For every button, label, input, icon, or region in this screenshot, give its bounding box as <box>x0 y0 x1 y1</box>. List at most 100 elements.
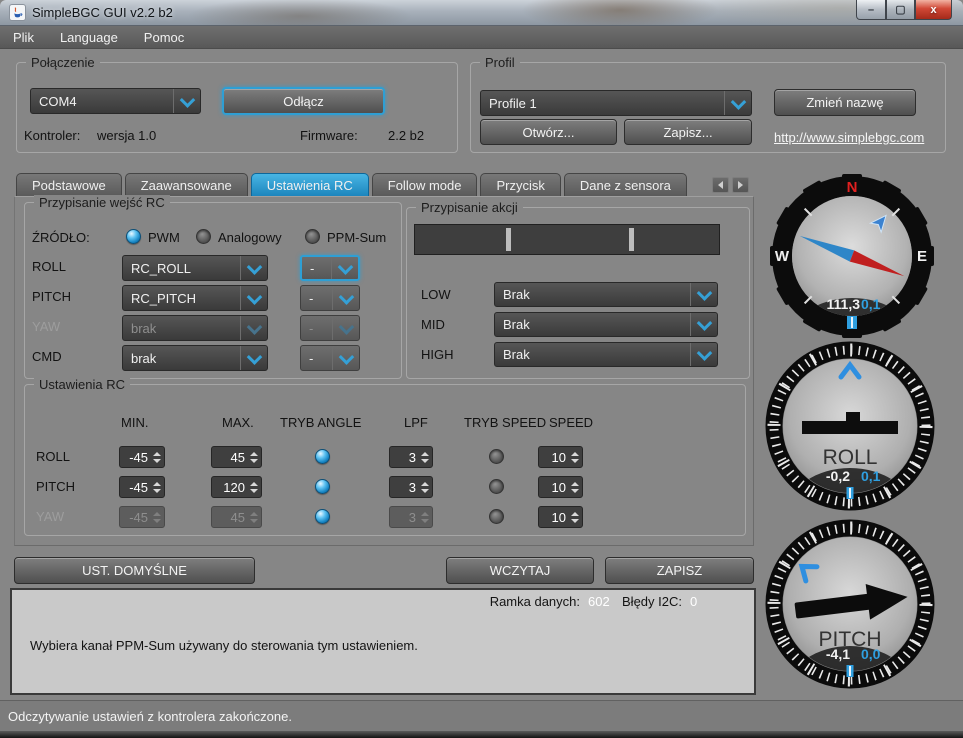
col-header-lpf: LPF <box>404 415 428 430</box>
action-mid-select[interactable]: Brak <box>494 312 718 337</box>
dropdown-arrow-zone[interactable] <box>332 286 359 310</box>
chevron-down-icon <box>246 319 262 335</box>
roll-angle-mode-radio[interactable] <box>315 449 330 464</box>
tab-podstawowe[interactable]: Podstawowe <box>16 173 122 197</box>
roll-target-value: 0,1 <box>861 468 881 484</box>
radio-ppm-sum[interactable] <box>305 229 320 244</box>
menu-item-language[interactable]: Language <box>60 30 118 45</box>
spinner-arrows-icon[interactable] <box>151 447 162 467</box>
minimize-button[interactable]: – <box>856 0 886 20</box>
firmware-version: 2.2 b2 <box>388 128 424 143</box>
spinner-arrows-icon[interactable] <box>419 477 430 497</box>
rc-yaw-channel-select: brak <box>122 315 268 341</box>
dropdown-arrow-zone[interactable] <box>240 286 267 310</box>
rc-roll-channel-select[interactable]: RC_ROLL <box>122 255 268 281</box>
roll-min-spinner[interactable]: -45 <box>119 446 165 468</box>
statusbar: Odczytywanie ustawień z kontrolera zakoń… <box>0 700 963 731</box>
dropdown-arrow-zone[interactable] <box>240 346 267 370</box>
pitch-gauge: PITCH -4,1 0,0 <box>762 516 938 692</box>
dropdown-arrow-zone[interactable] <box>331 257 358 279</box>
open-profile-button[interactable]: Otwórz... <box>480 119 617 145</box>
read-button[interactable]: WCZYTAJ <box>446 557 594 584</box>
com-port-select[interactable]: COM4 <box>30 88 201 114</box>
pitch-speed-mode-radio[interactable] <box>489 479 504 494</box>
write-button[interactable]: ZAPISZ <box>605 557 754 584</box>
roll-speed-mode-radio[interactable] <box>489 449 504 464</box>
rename-profile-button[interactable]: Zmień nazwę <box>774 89 916 116</box>
spinner-arrows-icon[interactable] <box>248 477 259 497</box>
menu-item-plik[interactable]: Plik <box>13 30 34 45</box>
source-label: ŹRÓDŁO: <box>32 230 90 245</box>
yaw-min-spinner: -45 <box>119 506 165 528</box>
tab-przycisk[interactable]: Przycisk <box>480 173 560 197</box>
tab-scroll-left-button[interactable] <box>712 177 729 193</box>
yaw-speed-mode-radio[interactable] <box>489 509 504 524</box>
spinner-arrows-icon[interactable] <box>569 507 580 527</box>
spinner-arrows-icon[interactable] <box>248 447 259 467</box>
yaw-speed-spinner[interactable]: 10 <box>538 506 583 528</box>
roll-max-spinner[interactable]: 45 <box>211 446 262 468</box>
rc-inputs-legend: Przypisanie wejść RC <box>34 195 170 210</box>
defaults-button[interactable]: UST. DOMYŚLNE <box>14 557 255 584</box>
save-profile-button[interactable]: Zapisz... <box>624 119 752 145</box>
spinner-arrows-icon[interactable] <box>569 477 580 497</box>
dropdown-arrow-zone[interactable] <box>724 91 751 115</box>
dropdown-arrow-zone[interactable] <box>332 346 359 370</box>
spinner-arrows-icon[interactable] <box>569 447 580 467</box>
chevron-down-icon <box>246 289 262 305</box>
dropdown-arrow-zone[interactable] <box>690 283 717 306</box>
tab-ustawienia-rc[interactable]: Ustawienia RC <box>251 173 369 197</box>
pitch-speed-spinner[interactable]: 10 <box>538 476 583 498</box>
tab-scroll-right-button[interactable] <box>732 177 749 193</box>
pitch-angle-mode-radio[interactable] <box>315 479 330 494</box>
java-cup-icon <box>11 6 24 19</box>
controller-label: Kontroler: <box>24 128 80 143</box>
rc-roll-aux-select[interactable]: - <box>300 255 360 281</box>
hint-text: Wybiera kanał PPM-Sum używany do sterowa… <box>30 638 418 653</box>
action-high-select[interactable]: Brak <box>494 342 718 367</box>
tab-zaawansowane[interactable]: Zaawansowane <box>125 173 248 197</box>
settings-row-label-roll: ROLL <box>36 449 70 464</box>
spinner-arrows-icon[interactable] <box>419 447 430 467</box>
radio-pwm[interactable] <box>126 229 141 244</box>
yaw-max-value: 45 <box>231 510 245 525</box>
dropdown-arrow-zone[interactable] <box>173 89 200 113</box>
action-low-select[interactable]: Brak <box>494 282 718 307</box>
roll-speed-value: 10 <box>552 450 566 465</box>
tab-dane-z-sensora[interactable]: Dane z sensora <box>564 173 687 197</box>
roll-lpf-spinner[interactable]: 3 <box>389 446 433 468</box>
signal-marker-low <box>506 228 511 251</box>
roll-speed-spinner[interactable]: 10 <box>538 446 583 468</box>
pitch-max-spinner[interactable]: 120 <box>211 476 262 498</box>
website-link[interactable]: http://www.simplebgc.com <box>774 130 924 145</box>
yaw-max-spinner: 45 <box>211 506 262 528</box>
radio-analog[interactable] <box>196 229 211 244</box>
rc-yaw-aux-value: - <box>309 321 313 336</box>
com-port-value: COM4 <box>39 94 77 109</box>
rc-pitch-channel-select[interactable]: RC_PITCH <box>122 285 268 311</box>
dropdown-arrow-zone[interactable] <box>690 313 717 336</box>
roll-max-value: 45 <box>231 450 245 465</box>
chevron-down-icon <box>246 259 262 275</box>
dropdown-arrow-zone[interactable] <box>690 343 717 366</box>
tab-follow-mode[interactable]: Follow mode <box>372 173 478 197</box>
settings-row-label-yaw: YAW <box>36 509 64 524</box>
rc-cmd-aux-select[interactable]: - <box>300 345 360 371</box>
dropdown-arrow-zone[interactable] <box>240 256 267 280</box>
col-header-speed: SPEED <box>549 415 593 430</box>
disconnect-button[interactable]: Odłącz <box>222 87 385 115</box>
maximize-button[interactable]: ▢ <box>886 0 915 20</box>
rc-pitch-aux-select[interactable]: - <box>300 285 360 311</box>
spinner-arrows-icon[interactable] <box>151 477 162 497</box>
rc-cmd-channel-select[interactable]: brak <box>122 345 268 371</box>
frames-value: 602 <box>588 594 614 609</box>
close-button[interactable]: x <box>915 0 952 20</box>
pitch-lpf-spinner[interactable]: 3 <box>389 476 433 498</box>
menu-item-pomoc[interactable]: Pomoc <box>144 30 184 45</box>
chevron-down-icon <box>338 319 354 335</box>
chevron-down-icon <box>179 92 195 108</box>
yaw-angle-mode-radio[interactable] <box>315 509 330 524</box>
pitch-max-value: 120 <box>223 480 245 495</box>
profile-select[interactable]: Profile 1 <box>480 90 752 116</box>
pitch-min-spinner[interactable]: -45 <box>119 476 165 498</box>
